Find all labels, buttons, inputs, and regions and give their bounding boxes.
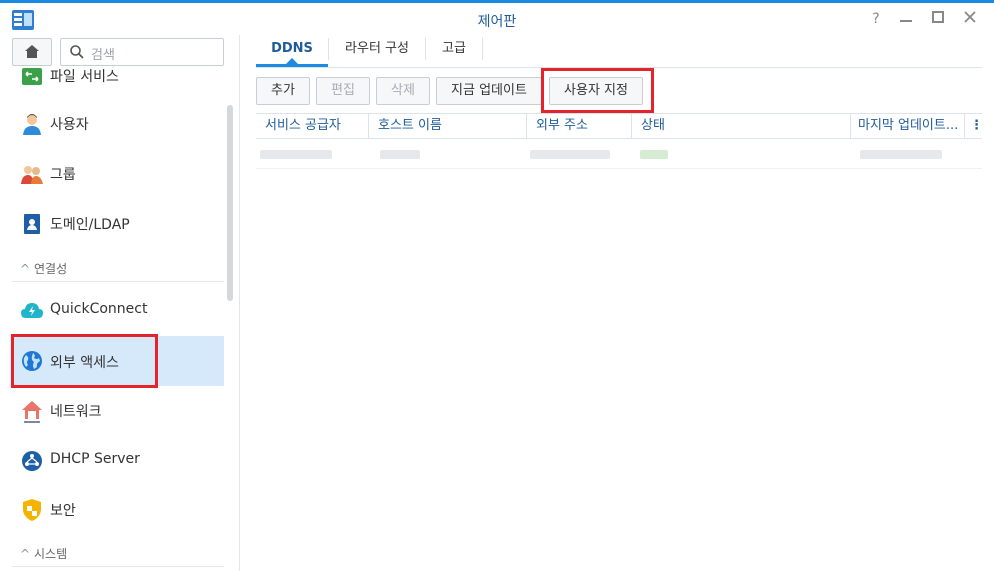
tab-label: 고급 [442, 41, 466, 56]
section-connectivity[interactable]: ^ 연결성 [20, 260, 67, 277]
sidebar-item-label: QuickConnect [50, 301, 148, 317]
edit-button[interactable]: 편집 [316, 77, 370, 105]
window-title: 제어판 [477, 14, 517, 30]
column-header-external-address[interactable]: 외부 주소 [536, 114, 628, 138]
tab-advanced[interactable]: 고급 [426, 35, 482, 67]
sidebar: 검색 파일 서비스 사용자 그룹 도메인/LDAP ^ 연결성 QuickCon… [0, 35, 239, 571]
highlight-box-external-access [11, 334, 158, 388]
section-system[interactable]: ^ 시스템 [20, 545, 67, 562]
tab-label: 라우터 구성 [345, 41, 409, 56]
network-icon [22, 401, 42, 423]
sidebar-item-label: 보안 [50, 503, 76, 519]
sidebar-item-quickconnect[interactable]: QuickConnect [12, 288, 224, 332]
column-separator [368, 114, 369, 138]
column-separator [850, 114, 851, 138]
chevron-up-icon: ^ [20, 547, 31, 561]
chevron-up-icon: ^ [20, 262, 31, 276]
tab-caret-icon [286, 58, 298, 64]
close-icon[interactable] [960, 9, 980, 29]
redacted-cell [640, 150, 668, 159]
column-menu-icon[interactable]: ⋮ [970, 114, 980, 138]
column-separator [631, 114, 632, 138]
column-separator [526, 114, 527, 138]
security-icon [23, 499, 41, 521]
sidebar-item-user[interactable]: 사용자 [12, 101, 224, 145]
grid-header: 서비스 공급자 호스트 이름 외부 주소 상태 마지막 업데이트... ⋮ [256, 113, 982, 139]
domain-ldap-icon [24, 214, 40, 234]
minimize-icon[interactable] [896, 9, 916, 29]
sidebar-item-label: DHCP Server [50, 451, 140, 467]
highlight-box-customize [541, 68, 654, 113]
sidebar-item-network[interactable]: 네트워크 [12, 388, 224, 432]
sidebar-item-file-services[interactable]: 파일 서비스 [12, 53, 224, 97]
add-button[interactable]: 추가 [256, 77, 310, 105]
sidebar-scrollbar[interactable] [227, 105, 233, 301]
column-header-status[interactable]: 상태 [641, 114, 841, 138]
tab-separator [482, 38, 483, 60]
column-header-hostname[interactable]: 호스트 이름 [378, 114, 518, 138]
tab-router-config[interactable]: 라우터 구성 [329, 35, 425, 67]
section-divider [12, 566, 224, 567]
tab-label: DDNS [271, 41, 313, 56]
sidebar-border [239, 35, 240, 571]
sidebar-item-label: 사용자 [50, 117, 89, 133]
help-icon[interactable]: ? [866, 9, 886, 29]
sidebar-item-group[interactable]: 그룹 [12, 151, 224, 195]
maximize-icon[interactable] [928, 9, 948, 29]
title-bar[interactable]: 제어판 ? [0, 3, 994, 35]
file-services-icon [22, 68, 42, 85]
update-now-button[interactable]: 지금 업데이트 [436, 77, 542, 105]
section-divider [12, 281, 224, 282]
group-icon [21, 166, 43, 184]
tab-active-indicator [256, 64, 328, 67]
sidebar-item-dhcp-server[interactable]: DHCP Server [12, 438, 224, 482]
redacted-cell [380, 150, 420, 159]
section-label: 연결성 [34, 262, 68, 276]
sidebar-item-label: 도메인/LDAP [50, 217, 130, 233]
sidebar-item-label: 네트워크 [50, 404, 102, 420]
sidebar-item-security[interactable]: 보안 [12, 487, 224, 531]
redacted-cell [260, 150, 332, 159]
tab-bar: DDNS 라우터 구성 고급 [256, 35, 982, 68]
table-row[interactable] [256, 138, 982, 169]
sidebar-item-label: 파일 서비스 [50, 69, 119, 85]
column-header-provider[interactable]: 서비스 공급자 [265, 114, 365, 138]
sidebar-item-domain-ldap[interactable]: 도메인/LDAP [12, 201, 224, 245]
sidebar-item-label: 그룹 [50, 167, 76, 183]
section-label: 시스템 [34, 547, 68, 561]
user-icon [23, 114, 41, 135]
redacted-cell [530, 150, 610, 159]
delete-button[interactable]: 삭제 [376, 77, 430, 105]
dhcp-server-icon [22, 451, 42, 471]
column-separator [964, 114, 965, 138]
quickconnect-icon [21, 303, 43, 318]
redacted-cell [860, 150, 942, 159]
column-header-last-update[interactable]: 마지막 업데이트... [858, 114, 962, 138]
